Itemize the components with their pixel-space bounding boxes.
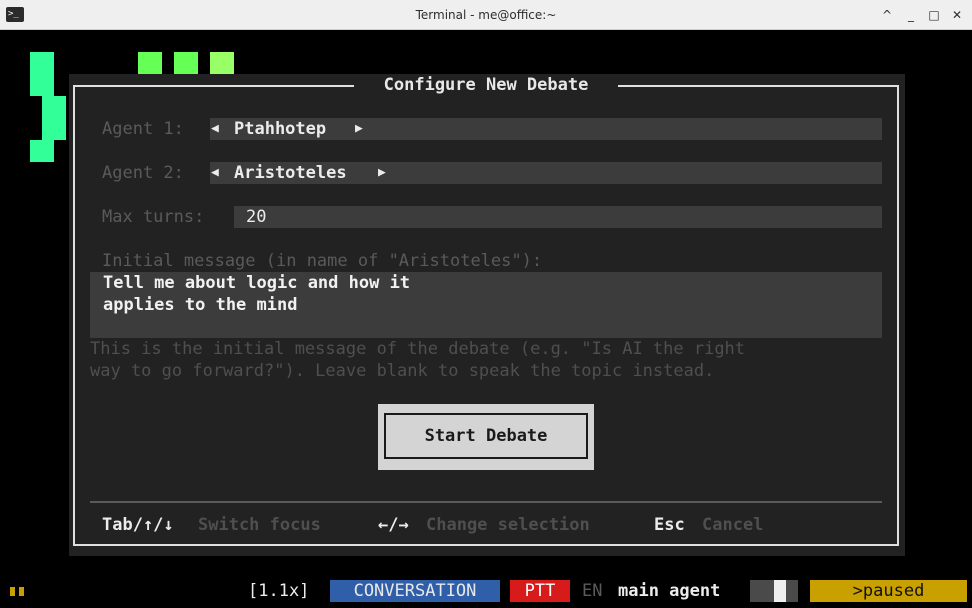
arrow-right-icon[interactable]: ▶ — [378, 162, 386, 184]
volume-meter-level — [774, 580, 786, 602]
activity-indicator — [19, 587, 24, 596]
activity-indicator — [10, 587, 15, 596]
max-turns-input[interactable] — [234, 206, 882, 228]
minimize-button[interactable]: _ — [903, 7, 919, 23]
shortcut-key: Esc — [654, 515, 685, 535]
chevron-up-icon[interactable]: ^ — [879, 7, 895, 23]
speed-indicator: [1.1x] — [248, 581, 310, 601]
agent-indicator: main agent — [618, 581, 721, 601]
shortcut-key: ←/→ — [378, 515, 409, 535]
mode-badge: CONVERSATION — [330, 580, 500, 602]
divider — [90, 501, 882, 503]
arrow-right-icon[interactable]: ▶ — [355, 118, 363, 140]
shortcut-action: Switch focus — [198, 515, 321, 535]
window-title: Terminal - me@office:~ — [415, 8, 557, 22]
hint-text: way to go forward?"). Leave blank to spe… — [90, 361, 715, 381]
agent2-label: Agent 2: — [102, 163, 184, 183]
close-button[interactable]: ✕ — [949, 7, 965, 23]
ptt-badge: PTT — [510, 580, 570, 602]
initial-message-label: Initial message (in name of "Aristoteles… — [102, 251, 543, 271]
maximize-button[interactable]: □ — [926, 7, 942, 23]
message-line: Tell me about logic and how it — [103, 273, 411, 293]
max-turns-value: 20 — [246, 207, 267, 227]
dialog-title: Configure New Debate — [354, 74, 618, 96]
agent2-value: Aristoteles — [234, 163, 347, 183]
paused-badge: >paused — [810, 580, 967, 602]
shortcut-key: Tab/↑/↓ — [102, 515, 174, 535]
arrow-left-icon[interactable]: ◀ — [211, 162, 219, 184]
language-indicator: EN — [582, 581, 603, 601]
max-turns-label: Max turns: — [102, 207, 205, 227]
agent1-value: Ptahhotep — [234, 119, 327, 139]
window-titlebar: >_ Terminal - me@office:~ ^ _ □ ✕ — [0, 0, 972, 30]
shortcut-action: Cancel — [702, 515, 764, 535]
shortcut-action: Change selection — [426, 515, 590, 535]
agent1-label: Agent 1: — [102, 119, 184, 139]
hint-text: This is the initial message of the debat… — [90, 339, 746, 359]
arrow-left-icon[interactable]: ◀ — [211, 118, 219, 140]
message-line: applies to the mind — [103, 295, 298, 315]
start-debate-button[interactable]: Start Debate — [384, 413, 588, 459]
